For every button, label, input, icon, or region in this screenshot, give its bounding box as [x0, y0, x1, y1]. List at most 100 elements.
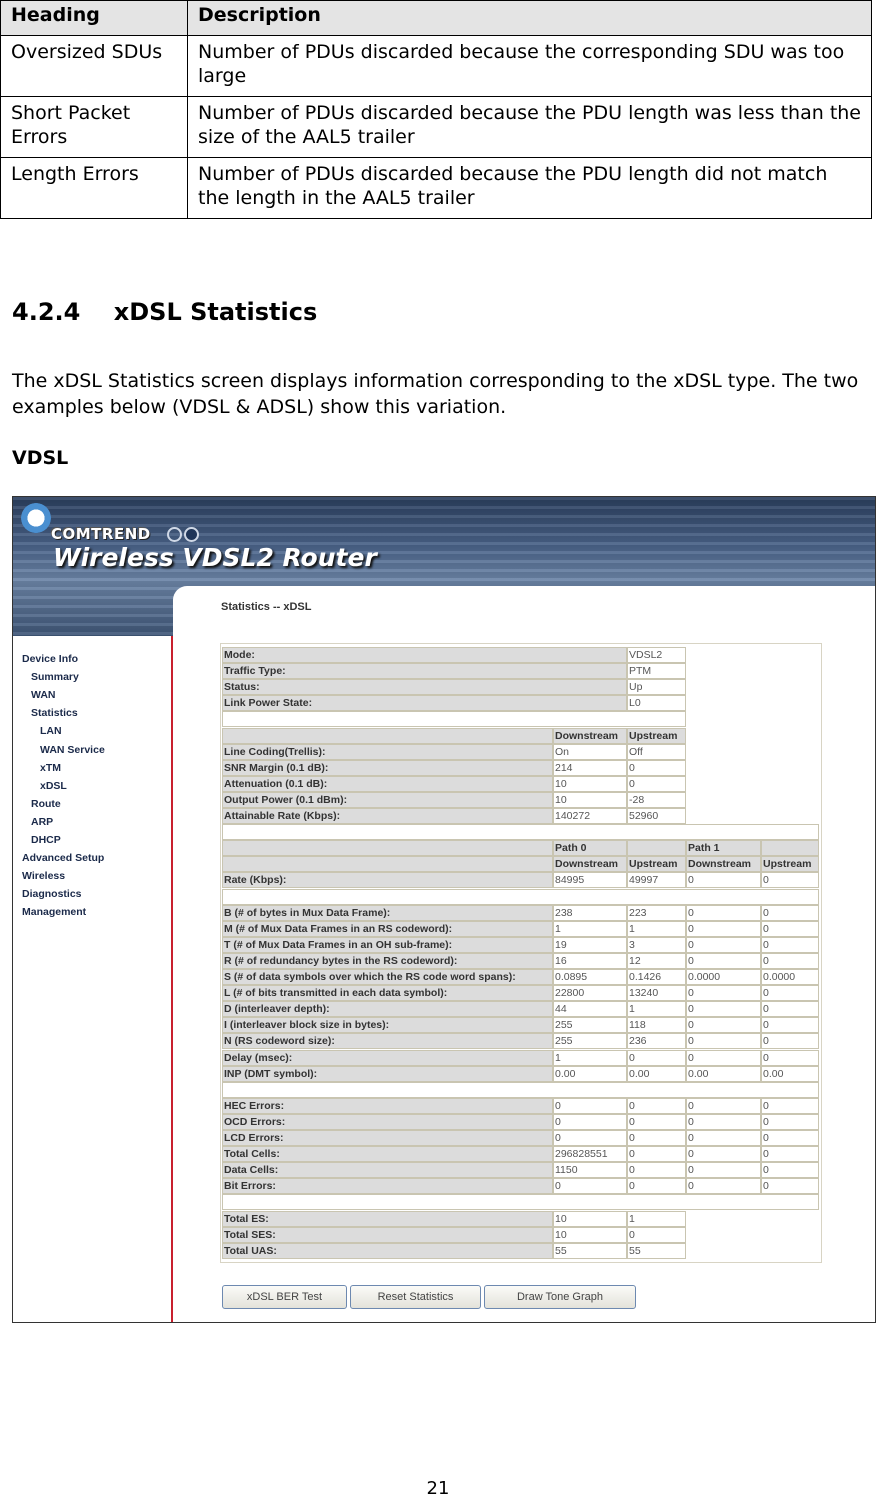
stat-label: Total SES:: [222, 1226, 553, 1243]
stat-label: Total UAS:: [222, 1242, 553, 1259]
stat-value: 0: [761, 952, 819, 969]
stat-value: 0: [627, 1226, 686, 1243]
stat-label: Total ES:: [222, 1210, 553, 1227]
sidebar-item-statistics[interactable]: Statistics: [31, 707, 78, 719]
router-screenshot: COMTREND Wireless VDSL2 Router Device In…: [12, 496, 876, 1323]
product-title: Wireless VDSL2 Router: [53, 543, 377, 572]
subheading-vdsl: VDSL: [12, 447, 69, 469]
stat-value: 12: [627, 952, 686, 969]
stat-value: 0: [627, 1146, 686, 1163]
stat-value: 0: [686, 1146, 761, 1163]
stat-value: 255: [553, 1017, 627, 1034]
header-spacer: [222, 727, 553, 744]
stat-value: 49997: [627, 872, 686, 889]
blank-row: [222, 1194, 819, 1211]
stat-label: Attenuation (0.1 dB):: [222, 775, 553, 792]
column-header: Path 1: [686, 840, 761, 857]
stat-value: On: [553, 743, 627, 760]
sidebar-item-wan[interactable]: WAN: [31, 689, 56, 701]
sidebar-item-route[interactable]: Route: [31, 798, 61, 810]
stat-value: 1: [627, 920, 686, 937]
stat-value: 0: [761, 1049, 819, 1066]
sidebar-item-advanced-setup[interactable]: Advanced Setup: [22, 852, 104, 864]
stat-value: 55: [553, 1242, 627, 1259]
stat-value: 0.00: [686, 1065, 761, 1082]
counter-description-table: Heading Description Oversized SDUs Numbe…: [0, 0, 872, 219]
stat-value: 0.1426: [627, 969, 686, 985]
stat-value: 0: [686, 1113, 761, 1130]
sidebar-item-wireless[interactable]: Wireless: [22, 870, 65, 882]
sidebar-item-diagnostics[interactable]: Diagnostics: [22, 888, 82, 900]
stat-value: 0: [627, 1113, 686, 1130]
stat-label: Output Power (0.1 dBm):: [222, 791, 553, 808]
stat-value: 0: [686, 1162, 761, 1179]
stat-label: LCD Errors:: [222, 1130, 553, 1146]
blank-row: [222, 888, 819, 905]
blank-row: [222, 824, 819, 841]
stat-value: 0: [686, 904, 761, 921]
column-header: [627, 840, 686, 857]
stat-value: 0: [627, 1049, 686, 1066]
stat-value: 55: [627, 1242, 686, 1259]
stat-value: 214: [553, 759, 627, 776]
stat-value: 0.0000: [761, 969, 819, 985]
stat-value: 22800: [553, 985, 627, 1002]
stat-label: D (interleaver depth):: [222, 1001, 553, 1018]
sidebar-item-management[interactable]: Management: [22, 906, 86, 918]
xdsl-ber-test-button[interactable]: xDSL BER Test: [222, 1285, 347, 1309]
header-spacer: [222, 840, 553, 857]
column-header: [761, 840, 819, 857]
stat-value: 255: [553, 1033, 627, 1050]
sidebar-item-summary[interactable]: Summary: [31, 671, 79, 683]
stat-label: N (RS codeword size):: [222, 1033, 553, 1050]
stat-value: 0: [761, 1017, 819, 1034]
page-number: 21: [426, 1478, 450, 1496]
header-spacer: [222, 856, 553, 873]
sidebar-item-lan[interactable]: LAN: [40, 725, 62, 737]
section-paragraph: The xDSL Statistics screen displays info…: [12, 370, 859, 418]
stat-value: 118: [627, 1017, 686, 1034]
stat-value: 0: [761, 872, 819, 889]
sidebar-item-xtm[interactable]: xTM: [40, 762, 61, 774]
row-description: Number of PDUs discarded because the PDU…: [187, 96, 872, 158]
stat-label: Link Power State:: [222, 695, 627, 712]
stat-value: 0.00: [627, 1065, 686, 1082]
stat-label: R (# of redundancy bytes in the RS codew…: [222, 952, 553, 969]
sidebar-item-device-info[interactable]: Device Info: [22, 653, 78, 665]
stat-value: 0: [627, 775, 686, 792]
stat-value: 0.0895: [553, 969, 627, 985]
section-heading: 4.2.4 xDSL Statistics: [12, 298, 317, 326]
stat-value: 0: [553, 1130, 627, 1146]
brand-logo: COMTREND: [51, 525, 151, 543]
stat-value: 10: [553, 775, 627, 792]
table-row: Short Packet Errors Number of PDUs disca…: [0, 96, 872, 158]
draw-tone-graph-button[interactable]: Draw Tone Graph: [484, 1285, 636, 1309]
row-description: Number of PDUs discarded because the PDU…: [187, 157, 872, 219]
stat-value: 0: [627, 759, 686, 776]
reset-statistics-button[interactable]: Reset Statistics: [350, 1285, 481, 1309]
document-page: Heading Description Oversized SDUs Numbe…: [0, 0, 876, 1496]
stat-value: 0: [761, 1113, 819, 1130]
column-header: Upstream: [627, 856, 686, 873]
stat-value: VDSL2: [627, 647, 686, 663]
stat-value: 296828551: [553, 1146, 627, 1163]
table-row: Length Errors Number of PDUs discarded b…: [0, 157, 872, 219]
stat-value: 0: [761, 1130, 819, 1146]
stat-value: 236: [627, 1033, 686, 1050]
sidebar-item-dhcp[interactable]: DHCP: [31, 834, 61, 846]
stat-value: 0: [686, 920, 761, 937]
stat-value: 0: [761, 1097, 819, 1114]
column-header: Downstream: [553, 856, 627, 873]
stat-value: 0: [686, 1001, 761, 1018]
stat-value: 0: [627, 1097, 686, 1114]
row-description: Number of PDUs discarded because the cor…: [187, 35, 872, 97]
sidebar-item-arp[interactable]: ARP: [31, 816, 53, 828]
comtrend-logo-icon: [21, 503, 51, 533]
sidebar-item-xdsl[interactable]: xDSL: [40, 780, 67, 792]
stat-value: 0: [761, 1001, 819, 1018]
stat-value: 1: [553, 1049, 627, 1066]
table-row: Oversized SDUs Number of PDUs discarded …: [0, 35, 872, 97]
stat-value: 0: [686, 1049, 761, 1066]
stat-value: 0: [553, 1178, 627, 1195]
sidebar-item-wan-service[interactable]: WAN Service: [40, 744, 105, 756]
